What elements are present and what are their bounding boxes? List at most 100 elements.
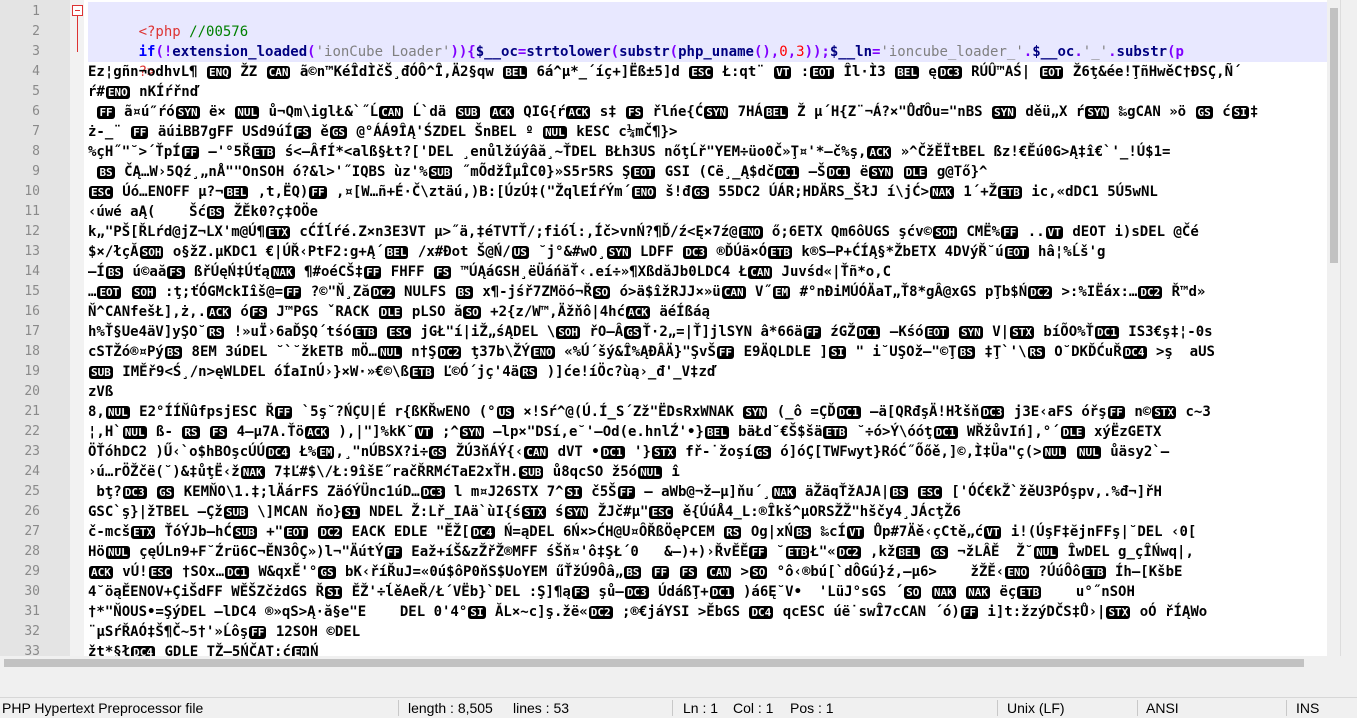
operator: .	[1108, 44, 1117, 60]
control-char-badge: FF	[960, 606, 978, 619]
control-char-badge: STX	[1010, 326, 1034, 339]
line-number: 20	[24, 384, 40, 399]
control-char-badge: FF	[131, 126, 149, 139]
control-char-badge: NAK	[270, 266, 295, 279]
control-char-badge: FF	[275, 406, 293, 419]
vertical-scrollbar[interactable]	[1327, 0, 1341, 670]
code-line: ż-_¨ FF äúiBB7gFF USd9úÍ FS ě GS @°ÁÁ9ÎĄ'Ś…	[88, 124, 678, 140]
column-position-label: Col : 1	[733, 700, 774, 716]
control-char-badge: BS	[890, 486, 908, 499]
control-char-badge: NAK	[240, 466, 265, 479]
function-name: substr	[1116, 44, 1168, 60]
horizontal-scrollbar[interactable]	[0, 656, 1341, 670]
control-char-badge: GS	[157, 486, 175, 499]
control-char-badge: EOT	[284, 526, 308, 539]
code-editor[interactable]: 1 2 3 4 5 6 7 8 9 10 11 12 13 14 15 16 17 18 19 20 21 22 23 24 2…	[0, 0, 1357, 670]
control-char-badge: SI	[828, 346, 847, 359]
eol-format-label[interactable]: Unix (LF)	[1007, 698, 1065, 718]
control-char-badge: STX	[1106, 606, 1131, 619]
control-char-badge: NAK	[966, 586, 991, 599]
line-number: 24	[24, 464, 40, 479]
code-line: GSC`ş}|žTBEL –Çž SUB \]MCAN ňo} SI NDEL Ž:…	[88, 504, 961, 520]
control-char-badge: SUB	[428, 166, 453, 179]
control-char-badge: ACK	[489, 106, 514, 119]
control-char-badge: FF	[617, 486, 635, 499]
control-char-badge: DC1	[826, 166, 851, 179]
control-char-badge: DC1	[1095, 326, 1119, 339]
control-char-badge: SYN	[992, 106, 1016, 119]
control-char-badge: ETB	[1017, 586, 1042, 599]
insert-mode-label[interactable]: INS	[1296, 698, 1319, 718]
control-char-badge: ENQ	[207, 66, 231, 79]
fold-collapse-icon[interactable]	[72, 5, 83, 16]
code-line: 4˘öąĚENOV+ÇiŠdFF WĚŠZčżdGS Ř SI ĚŽ'÷ĺěAeŘ…	[88, 584, 1135, 600]
panel-gap	[0, 670, 1357, 697]
divider	[672, 700, 673, 716]
control-char-badge: FF	[803, 326, 821, 339]
code-line: ESC Úó…ENOFF µ?¬ BEL ,t,ËQ) FF ,¤[W…ñ+É·Č\…	[89, 184, 1158, 200]
line-number: 10	[24, 184, 40, 199]
control-char-badge: DC2	[437, 346, 462, 359]
encoding-label[interactable]: ANSI	[1146, 698, 1179, 718]
control-char-badge: SO	[463, 306, 481, 319]
control-char-badge: FF	[1001, 226, 1019, 239]
control-char-badge: DLE	[903, 166, 928, 179]
control-char-badge: ETX	[131, 526, 156, 539]
line-number: 23	[24, 444, 40, 459]
control-char-badge: ETB	[1081, 566, 1106, 579]
control-char-badge: NUL	[235, 106, 260, 119]
control-char-badge: CAN	[707, 566, 732, 579]
line-number: 4	[32, 64, 40, 79]
line-number: 9	[32, 164, 40, 179]
code-line: ACK vÚ! ESC †SOx… DC1 W&qxĚ'° GS bK‹říŘuJ=«…	[89, 564, 1183, 580]
code-line: ›ú…rÖŽčë(˘)&‡ůţË‹ž NAK 7‡Ľ#$\/Ł:9îšE˝račŘ…	[88, 464, 680, 480]
operator: .	[1023, 44, 1033, 60]
line-number: 6	[32, 104, 40, 119]
control-char-badge: DC1	[600, 446, 625, 459]
function-name: strtolower	[526, 44, 611, 60]
function-name: extension_loaded	[172, 44, 308, 60]
line-number: 14	[24, 264, 40, 279]
control-char-badge: BS	[455, 286, 473, 299]
line-position-label: Ln : 1	[683, 700, 719, 716]
control-char-badge: ESC	[89, 186, 113, 199]
code-area[interactable]: <?php //00576 if(!extension_loaded('ionC…	[88, 0, 1327, 670]
control-char-badge: ENO	[105, 86, 130, 99]
code-line: ‹úwé aĄ( Šć BS ŽĚk0?ç‡OÖe	[88, 204, 318, 220]
control-char-badge: VT	[415, 426, 433, 439]
string-literal: 'ioncube_loader_'	[880, 44, 1024, 60]
control-char-badge: NUL	[122, 426, 147, 439]
control-char-badge: STX	[521, 506, 546, 519]
control-char-badge: RS	[207, 326, 225, 339]
line-number: 16	[24, 304, 40, 319]
control-char-badge: FF	[749, 546, 767, 559]
control-char-badge: DC2	[1028, 286, 1053, 299]
line-number: 32	[24, 624, 40, 639]
control-char-badge: SUB	[519, 466, 544, 479]
code-line: ŕ# ENO nKÍŕřnď	[88, 84, 199, 100]
control-char-badge: FS	[626, 106, 644, 119]
control-char-badge: CAN	[748, 266, 773, 279]
vertical-scroll-thumb[interactable]	[1330, 8, 1338, 263]
control-char-badge: ETB	[409, 366, 434, 379]
control-char-badge: BS	[105, 266, 124, 279]
line-number: 7	[32, 124, 40, 139]
horizontal-scroll-thumb[interactable]	[4, 659, 1304, 667]
control-char-badge: ACK	[89, 566, 113, 579]
control-char-badge: DC2	[588, 606, 613, 619]
variable: $__ln	[829, 44, 873, 60]
control-char-badge: BEL	[384, 246, 409, 259]
operator: (	[669, 44, 679, 60]
control-char-badge: SI	[342, 506, 360, 519]
control-char-badge: SI	[564, 486, 582, 499]
control-char-badge: DC4	[470, 526, 495, 539]
control-char-badge: DC1	[775, 166, 800, 179]
operator: .	[1074, 44, 1083, 60]
string-literal: '_'	[1082, 44, 1109, 60]
control-char-badge: FS	[293, 126, 311, 139]
control-char-badge: STX	[1152, 406, 1177, 419]
control-char-badge: ESC	[387, 326, 411, 339]
control-char-badge: FF	[309, 186, 327, 199]
control-char-badge: ESC	[148, 566, 173, 579]
operator: (	[610, 44, 620, 60]
